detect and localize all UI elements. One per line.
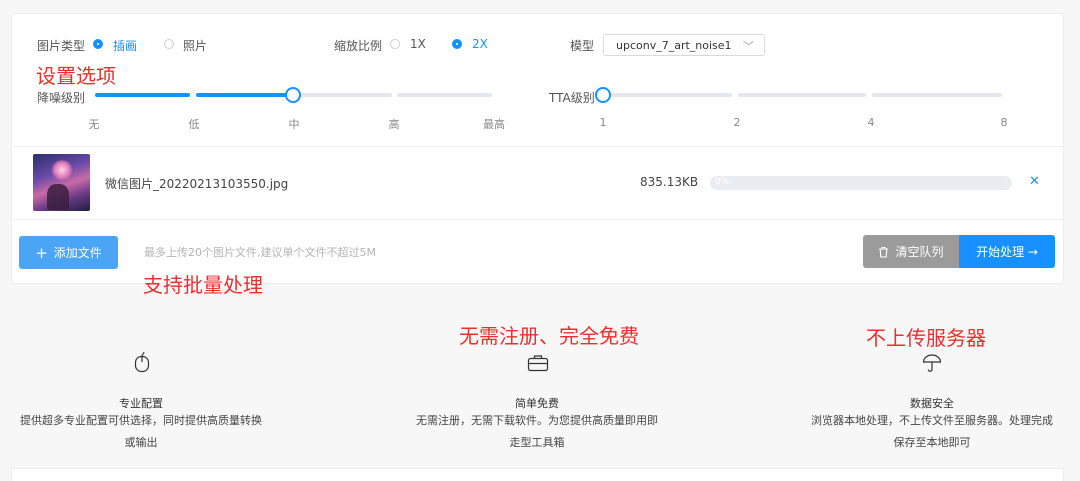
radio-scale-2x[interactable] — [452, 39, 462, 49]
noise-tick: 中 — [288, 118, 300, 131]
tta-tick: 4 — [867, 116, 875, 129]
noise-tick: 最高 — [483, 118, 505, 131]
feature-desc-line: 浏览器本地处理，不上传文件至服务器。处理完成 — [811, 414, 1053, 427]
umbrella-icon — [922, 354, 942, 372]
plus-icon: + — [35, 243, 48, 262]
tta-slider-track-2 — [738, 93, 866, 97]
image-type-label: 图片类型 — [37, 39, 86, 53]
model-label: 模型 — [570, 39, 595, 53]
feature-desc-line: 或输出 — [124, 436, 158, 449]
annotation-batch: 支持批量处理 — [143, 273, 263, 297]
radio-illustration[interactable] — [93, 39, 103, 49]
radio-illustration-label[interactable]: 插画 — [113, 37, 137, 54]
noise-tick: 高 — [388, 118, 400, 131]
tta-tick: 1 — [599, 116, 607, 129]
scale-label: 缩放比例 — [334, 39, 383, 53]
annotation-settings: 设置选项 — [36, 64, 116, 88]
remove-file-icon[interactable]: ✕ — [1029, 174, 1040, 189]
noise-slider-track-filled-1 — [95, 93, 190, 97]
noise-level-label: 降噪级别 — [37, 91, 86, 105]
feature-desc: 无需注册，无需下载软件。为您提供高质量即用即 走型工具箱 — [396, 410, 678, 454]
annotation-free: 无需注册、完全免费 — [459, 324, 639, 348]
clear-queue-button[interactable]: 清空队列 — [863, 235, 959, 268]
start-processing-label: 开始处理 → — [976, 245, 1038, 259]
tta-tick: 2 — [733, 116, 741, 129]
radio-photo[interactable] — [164, 39, 174, 49]
feature-title: 数据安全 — [910, 397, 954, 410]
model-select-value: upconv_7_art_noise1 — [616, 39, 732, 52]
upload-hint: 最多上传20个图片文件,建议单个文件不超过5M — [144, 246, 376, 259]
radio-scale-1x[interactable] — [390, 39, 400, 49]
tta-slider-track-3 — [872, 93, 1002, 97]
mouse-icon — [134, 351, 150, 373]
clear-queue-label: 清空队列 — [895, 245, 944, 259]
file-progress-text: 0% — [715, 177, 730, 187]
chevron-down-icon: ﹀ — [743, 40, 754, 53]
add-file-button[interactable]: + 添加文件 — [19, 236, 118, 269]
noise-slider-handle[interactable] — [285, 87, 301, 103]
feature-desc-line: 提供超多专业配置可供选择，同时提供高质量转换 — [20, 414, 262, 427]
add-file-label: 添加文件 — [53, 246, 102, 260]
feature-title: 简单免费 — [515, 397, 559, 410]
noise-tick: 低 — [188, 118, 200, 131]
footer-card — [11, 468, 1064, 481]
trash-icon — [879, 246, 889, 258]
feature-desc-line: 走型工具箱 — [509, 436, 565, 449]
divider — [11, 219, 1064, 220]
file-size: 835.13KB — [640, 175, 699, 189]
annotation-no-upload: 不上传服务器 — [866, 326, 986, 350]
feature-desc: 提供超多专业配置可供选择，同时提供高质量转换 或输出 — [0, 410, 282, 454]
tta-level-label: TTA级别 — [549, 91, 595, 105]
radio-photo-label[interactable]: 照片 — [183, 37, 207, 54]
tta-slider-handle[interactable] — [595, 87, 611, 103]
divider — [11, 146, 1064, 147]
start-processing-button[interactable]: 开始处理 → — [959, 235, 1055, 268]
noise-tick: 无 — [88, 118, 100, 131]
file-progress-bar: 0% — [710, 176, 1012, 190]
feature-desc-line: 无需注册，无需下载软件。为您提供高质量即用即 — [416, 414, 658, 427]
noise-slider-track-4 — [397, 93, 492, 97]
feature-desc: 浏览器本地处理，不上传文件至服务器。处理完成 保存至本地即可 — [792, 410, 1072, 454]
file-name: 微信图片_20220213103550.jpg — [105, 177, 289, 191]
model-select[interactable]: upconv_7_art_noise1 ﹀ — [603, 34, 765, 56]
radio-scale-2x-label[interactable]: 2X — [472, 37, 488, 51]
radio-scale-1x-label[interactable]: 1X — [410, 37, 426, 51]
noise-slider-track-filled-2 — [196, 93, 291, 97]
tta-slider-track-1 — [604, 93, 732, 97]
briefcase-icon — [527, 355, 549, 372]
tta-tick: 8 — [1000, 116, 1008, 129]
feature-desc-line: 保存至本地即可 — [893, 436, 971, 449]
feature-title: 专业配置 — [119, 397, 163, 410]
noise-slider-track-3 — [297, 93, 392, 97]
file-thumbnail — [33, 154, 90, 211]
